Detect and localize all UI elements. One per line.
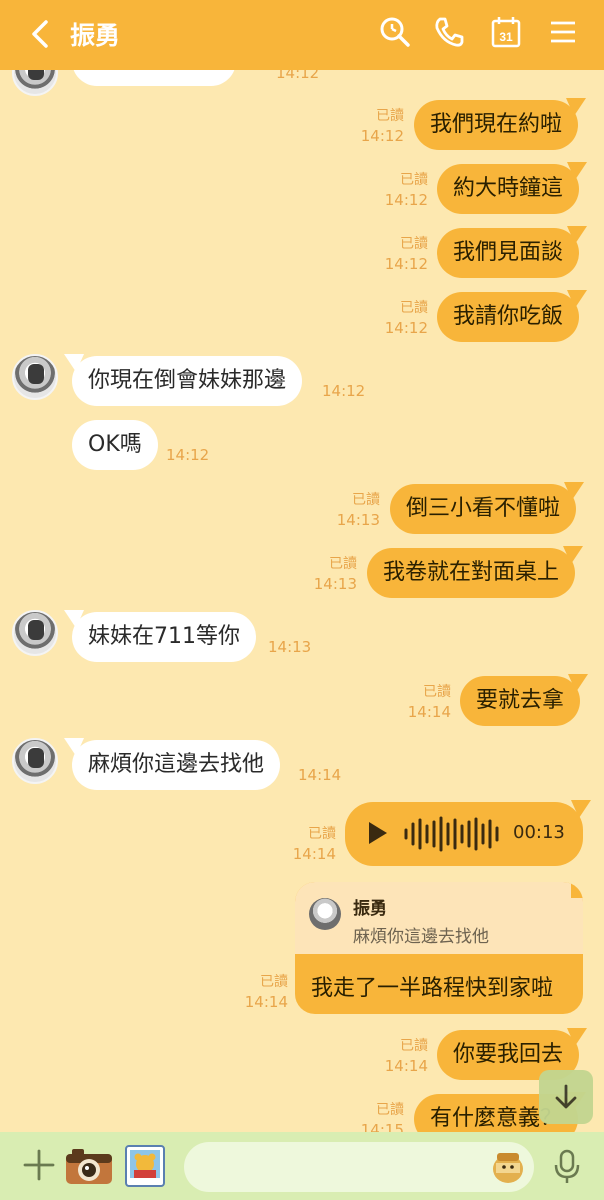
read-receipt: 已讀 [400, 300, 428, 316]
message-bubble-in[interactable]: OK嗎 [72, 420, 158, 470]
message-time: 14:14 [292, 845, 336, 863]
message-time: 14:12 [360, 127, 404, 145]
back-icon[interactable] [26, 18, 54, 50]
message-bubble-in[interactable]: 你可以約時間 [72, 70, 237, 86]
message-time: 14:12 [384, 319, 428, 337]
read-receipt: 已讀 [400, 172, 428, 188]
message-bubble-out[interactable]: 我們現在約啦 [414, 100, 579, 150]
message-time: 14:15 [360, 1121, 404, 1132]
chat-header: 振勇 31 [0, 0, 604, 70]
message-time: 14:14 [384, 1057, 428, 1075]
album-icon[interactable] [124, 1144, 166, 1188]
plus-icon[interactable] [22, 1148, 56, 1182]
mic-icon[interactable] [553, 1149, 581, 1185]
message-meta: 已讀 14:13 [328, 490, 380, 530]
message-time: 14:12 [384, 255, 428, 273]
read-receipt: 已讀 [352, 492, 380, 508]
message-meta: 已讀 14:14 [376, 1036, 428, 1076]
message-bubble-out[interactable]: 我們見面談 [437, 228, 580, 278]
message-time: 14:12 [384, 191, 428, 209]
message-bubble-out[interactable]: 倒三小看不懂啦 [390, 484, 577, 534]
voice-duration: 00:13 [513, 822, 565, 843]
message-time: 14:14 [244, 993, 288, 1011]
avatar[interactable] [12, 738, 58, 784]
phone-icon[interactable] [431, 14, 467, 50]
message-time: 14:12 [276, 70, 320, 82]
camera-icon[interactable] [64, 1146, 114, 1186]
message-meta: 已讀 14:14 [236, 972, 288, 1012]
avatar[interactable] [12, 70, 58, 96]
message-time: 14:13 [336, 511, 380, 529]
message-meta: 已讀 14:12 [352, 106, 404, 146]
chat-title: 振勇 [70, 21, 121, 50]
message-bubble-out[interactable]: 我卷就在對面桌上 [367, 548, 576, 598]
message-time: 14:12 [166, 446, 210, 464]
message-meta: 已讀 14:12 [376, 170, 428, 210]
sticker-icon[interactable] [490, 1149, 526, 1185]
voice-message[interactable]: 00:13 [345, 802, 583, 866]
message-time: 14:14 [407, 703, 451, 721]
read-receipt: 已讀 [376, 1102, 404, 1118]
message-bubble-out[interactable]: 約大時鐘這 [437, 164, 580, 214]
quote-text: 麻煩你這邊去找他 [353, 927, 489, 947]
message-bubble-in[interactable]: 麻煩你這邊去找他 [72, 740, 281, 790]
read-receipt: 已讀 [260, 974, 288, 990]
calendar-day: 31 [499, 30, 513, 44]
scroll-down-button[interactable] [539, 1070, 593, 1124]
message-meta: 已讀 14:15 [352, 1100, 404, 1132]
message-time: 14:13 [313, 575, 357, 593]
message-time: 14:13 [268, 638, 312, 656]
quote-sender: 振勇 [353, 899, 387, 919]
avatar[interactable] [12, 354, 58, 400]
message-bubble-out[interactable]: 要就去拿 [460, 676, 581, 726]
message-time: 14:14 [298, 766, 342, 784]
message-input[interactable] [184, 1142, 534, 1192]
play-icon[interactable] [369, 822, 387, 844]
chat-area[interactable]: 你可以約時間 14:12 已讀 14:12 我們現在約啦 已讀 14:12 約大… [0, 70, 604, 1132]
search-icon[interactable] [377, 14, 413, 50]
avatar[interactable] [12, 610, 58, 656]
message-meta: 已讀 14:13 [305, 554, 357, 594]
scroll-down-icon [555, 1084, 577, 1109]
input-bar [0, 1132, 604, 1200]
message-meta: 已讀 14:12 [376, 298, 428, 338]
calendar-icon[interactable]: 31 [488, 14, 524, 50]
message-time: 14:12 [322, 382, 366, 400]
message-bubble-in[interactable]: 你現在倒會妹妹那邊 [72, 356, 303, 406]
message-bubble-out[interactable]: 我請你吃飯 [437, 292, 580, 342]
menu-icon[interactable] [545, 14, 581, 50]
read-receipt: 已讀 [329, 556, 357, 572]
read-receipt: 已讀 [423, 684, 451, 700]
message-meta: 已讀 14:12 [376, 234, 428, 274]
waveform-icon [404, 816, 499, 852]
reply-text: 我走了一半路程快到家啦 [311, 976, 554, 1001]
reply-message[interactable]: 振勇 麻煩你這邊去找他 我走了一半路程快到家啦 [295, 882, 583, 1014]
read-receipt: 已讀 [400, 236, 428, 252]
read-receipt: 已讀 [400, 1038, 428, 1054]
read-receipt: 已讀 [308, 826, 336, 842]
read-receipt: 已讀 [376, 108, 404, 124]
message-bubble-in[interactable]: 妹妹在711等你 [72, 612, 256, 662]
message-meta: 已讀 14:14 [399, 682, 451, 722]
quoted-message[interactable]: 振勇 麻煩你這邊去找他 [295, 882, 583, 954]
quote-avatar [309, 898, 341, 930]
message-meta: 已讀 14:14 [284, 824, 336, 864]
